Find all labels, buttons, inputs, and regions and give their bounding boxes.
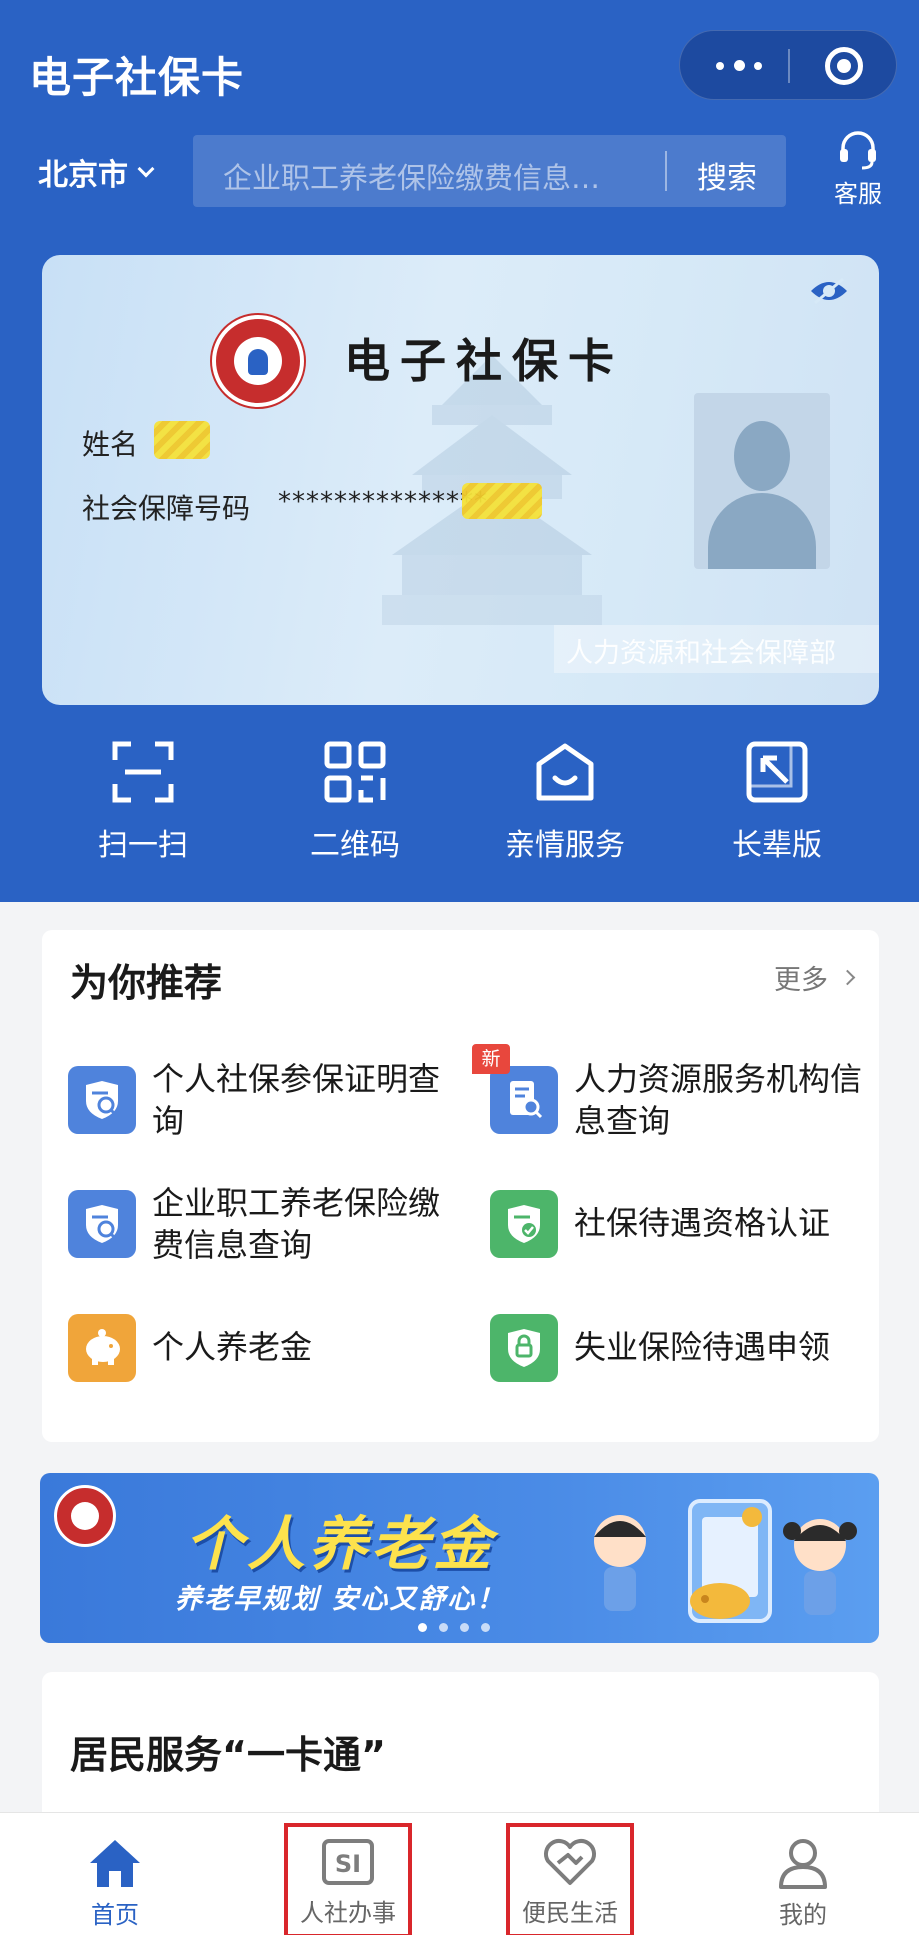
qrcode-icon (324, 741, 386, 803)
service-label: 企业职工养老保险缴费信息查询 (152, 1184, 441, 1264)
close-miniprogram-icon[interactable] (825, 47, 863, 85)
scan-button[interactable]: 扫一扫 (78, 738, 208, 864)
service-label: 人力资源服务机构信息查询 (574, 1060, 863, 1140)
family-service-button[interactable]: 亲情服务 (500, 738, 630, 864)
tab-label: 我的 (779, 1901, 827, 1929)
customer-service-button[interactable]: 客服 (828, 128, 888, 209)
certificate-search-icon (68, 1066, 136, 1134)
piggy-bank-icon (68, 1314, 136, 1382)
chevron-right-icon (839, 969, 856, 986)
service-label: 个人养老金 (152, 1328, 313, 1366)
app-title: 电子社保卡 (29, 53, 245, 102)
service-label: 个人社保参保证明查询 (152, 1060, 441, 1140)
payment-search-icon (68, 1190, 136, 1258)
elder-mode-button[interactable]: 长辈版 (712, 738, 842, 864)
search-divider (665, 151, 667, 191)
more-link[interactable]: 更多 (774, 958, 856, 997)
si-icon: SI (322, 1839, 374, 1885)
banner-subtitle: 养老早规划 安心又舒心！ (175, 1584, 506, 1615)
city-selector[interactable]: 北京市 (38, 150, 155, 194)
more-label: 更多 (774, 965, 828, 996)
more-menu-icon[interactable] (716, 59, 762, 73)
tab-label: 人社办事 (300, 1899, 396, 1927)
card-issuer: 人力资源和社会保障部 (554, 625, 879, 673)
scan-label: 扫一扫 (98, 828, 188, 863)
resident-services-title: 居民服务“一卡通” (70, 1733, 386, 1777)
ssn-label: 社会保障号码 (82, 492, 251, 525)
avatar-placeholder (694, 393, 830, 569)
shield-check-icon (490, 1190, 558, 1258)
card-title: 电子社保卡 (344, 334, 624, 388)
heart-hands-icon (544, 1839, 596, 1885)
search-bar[interactable]: 企业职工养老保险缴费信息… 搜索 (193, 135, 786, 207)
pension-banner[interactable]: 个人养老金 养老早规划 安心又舒心！ (40, 1473, 879, 1643)
name-redaction (154, 421, 210, 459)
ssn-redaction (462, 483, 542, 519)
tab-mine[interactable]: 我的 (728, 1813, 878, 1935)
new-badge: 新 (472, 1044, 510, 1074)
user-icon (779, 1839, 827, 1889)
recommend-panel: 为你推荐 更多 个人社保参保证明查询 新 人力资源服务机构信息查询 企业职工养老… (42, 930, 879, 1442)
header-area: 电子社保卡 北京市 企业职工养老保险缴费信息… 搜索 客服 电子社保卡 姓名 社… (0, 0, 919, 902)
capsule-divider (788, 49, 790, 83)
tab-social-affairs[interactable]: SI 人社办事 (273, 1813, 423, 1935)
search-button[interactable]: 搜索 (697, 153, 757, 197)
elder-mode-label: 长辈版 (732, 828, 822, 863)
family-service-label: 亲情服务 (505, 828, 625, 863)
home-icon (90, 1840, 140, 1887)
document-search-icon (490, 1066, 558, 1134)
social-security-card[interactable]: 电子社保卡 姓名 社会保障号码 *************** 人力资源和社会保… (42, 255, 879, 705)
banner-title: 个人养老金 (185, 1510, 496, 1578)
qrcode-label: 二维码 (310, 828, 400, 863)
headset-icon (840, 131, 876, 170)
qrcode-button[interactable]: 二维码 (290, 738, 420, 864)
service-label: 失业保险待遇申领 (574, 1328, 831, 1366)
resident-services-panel: 居民服务“一卡通” (42, 1672, 879, 1812)
svg-text:SI: SI (335, 1850, 361, 1878)
family-service-icon (536, 743, 594, 801)
bottom-tab-bar: 首页 SI 人社办事 便民生活 我的 (0, 1812, 919, 1935)
search-input[interactable]: 企业职工养老保险缴费信息… (223, 155, 600, 197)
tab-label: 首页 (91, 1901, 139, 1929)
tab-convenience-life[interactable]: 便民生活 (495, 1813, 645, 1935)
scan-icon (112, 741, 174, 803)
miniprogram-capsule (679, 30, 897, 100)
chevron-down-icon (137, 160, 155, 178)
tab-home[interactable]: 首页 (40, 1813, 190, 1935)
cartoon-illustration-icon (594, 1499, 857, 1623)
name-label: 姓名 (82, 428, 139, 461)
ssn-value: *************** (278, 487, 488, 517)
social-security-emblem-icon (54, 1485, 116, 1547)
carousel-indicator (418, 1623, 490, 1632)
eye-icon[interactable] (809, 277, 849, 305)
city-label: 北京市 (38, 158, 128, 193)
recommend-title: 为你推荐 (70, 961, 223, 1005)
shield-lock-icon (490, 1314, 558, 1382)
customer-service-label: 客服 (834, 180, 882, 208)
tab-label: 便民生活 (522, 1899, 618, 1927)
service-label: 社保待遇资格认证 (574, 1204, 831, 1242)
social-security-emblem-icon (212, 315, 304, 407)
elder-mode-icon (746, 741, 808, 803)
